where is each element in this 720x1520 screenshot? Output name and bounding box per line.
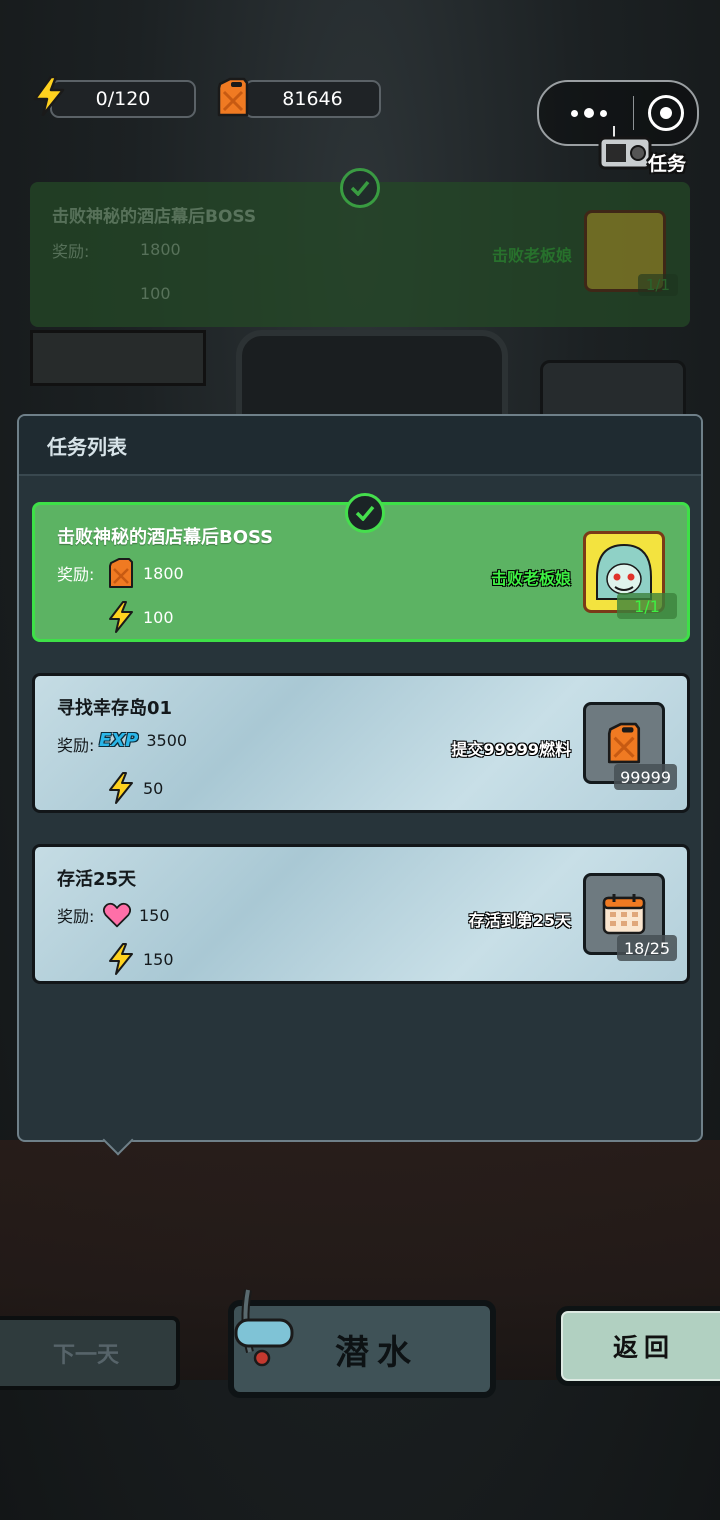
- task-card-survive-days[interactable]: 存活25天 奖励: 150 150 存活到第25天 18/25: [32, 844, 690, 984]
- reward-exp: EXP 3500: [99, 730, 187, 751]
- lightning-icon: [109, 772, 133, 804]
- task-title: 存活25天: [57, 869, 137, 890]
- fuel-counter: 81646: [244, 80, 381, 118]
- task-progress: 18/25: [617, 935, 677, 961]
- back-label: 返回: [612, 1333, 675, 1362]
- task-target: 存活到第25天: [468, 911, 571, 930]
- task-badge-label: 任务: [647, 153, 686, 175]
- reward-energy: 50: [107, 772, 163, 804]
- task-radio-button[interactable]: 任务: [598, 124, 690, 178]
- reward-value: 3500: [146, 731, 188, 750]
- panel-header: 任务列表: [19, 416, 701, 476]
- background-task-card: 击败神秘的酒店幕后BOSS 奖励: 1800 100 击败老板娘 1/1: [30, 168, 690, 327]
- reward-energy: 100: [107, 601, 174, 633]
- task-progress: 1/1: [617, 593, 677, 619]
- reward-value: 150: [139, 905, 170, 925]
- task-title: 寻找幸存岛01: [57, 698, 173, 719]
- more-options-icon[interactable]: [559, 108, 619, 118]
- check-icon: [340, 168, 380, 208]
- fuel-value: 81646: [282, 88, 343, 110]
- diving-mask-icon: [234, 1289, 294, 1367]
- reward-value: 50: [143, 778, 164, 798]
- reward-label: 奖励:: [57, 565, 95, 584]
- dive-button[interactable]: 潜水: [228, 1289, 496, 1398]
- dive-label: 潜水: [335, 1332, 419, 1373]
- task-card-find-island[interactable]: 寻找幸存岛01 奖励: EXP 3500 50 提交99999燃料 99999: [32, 673, 690, 813]
- lightning-icon: [109, 943, 133, 975]
- background-task-target: 击败老板娘: [491, 246, 572, 265]
- reward-value: 150: [143, 949, 174, 969]
- task-target: 提交99999燃料: [451, 740, 571, 759]
- background-reward-energy: 100: [140, 284, 171, 303]
- next-day-label: 下一天: [52, 1343, 119, 1368]
- background-shelf: [30, 330, 206, 386]
- task-title: 击败神秘的酒店幕后BOSS: [57, 527, 274, 548]
- background-task-title: 击败神秘的酒店幕后BOSS: [52, 207, 257, 227]
- check-icon: [345, 493, 385, 533]
- reward-label: 奖励:: [57, 736, 95, 755]
- reward-value: 1800: [143, 563, 184, 583]
- reward-heart: 150: [103, 899, 170, 931]
- lightning-icon: [33, 76, 65, 116]
- reward-label: 奖励:: [57, 907, 95, 926]
- reward-energy: 150: [107, 943, 174, 975]
- exp-icon: EXP: [99, 730, 139, 751]
- task-progress: 99999: [614, 764, 677, 790]
- fuel-can-icon: [109, 558, 133, 588]
- lightning-icon: [109, 601, 133, 633]
- task-target: 击败老板娘: [490, 569, 571, 588]
- fuel-can-icon: [217, 77, 249, 117]
- reward-fuel: 1800: [107, 557, 184, 589]
- panel-title: 任务列表: [47, 434, 127, 459]
- task-card-defeat-boss[interactable]: 击败神秘的酒店幕后BOSS 奖励: 1800 100 击败老板娘 1/1: [32, 493, 690, 642]
- task-list-panel: 任务列表 击败神秘的酒店幕后BOSS 奖励: 1800 100 击败老板娘 1/…: [17, 414, 703, 1156]
- reward-value: 100: [143, 607, 174, 627]
- heart-icon: [103, 902, 131, 928]
- energy-value: 0/120: [95, 88, 151, 110]
- background-reward-label: 奖励:: [52, 242, 90, 261]
- energy-counter: 0/120: [50, 80, 196, 118]
- next-day-button[interactable]: 下一天: [0, 1316, 180, 1390]
- background-reward-fuel: 1800: [140, 240, 181, 259]
- back-button[interactable]: 返回: [556, 1306, 720, 1386]
- background-task-progress: 1/1: [637, 274, 678, 296]
